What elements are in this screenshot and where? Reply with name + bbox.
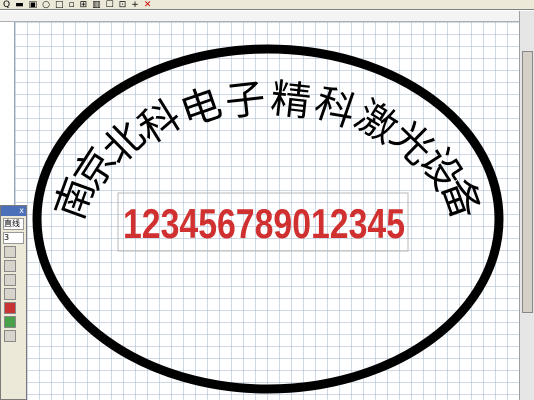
grid-icon[interactable]: ⊞ bbox=[79, 0, 89, 9]
close-icon[interactable]: ✕ bbox=[143, 0, 153, 9]
pen-tool-icon[interactable] bbox=[4, 246, 16, 258]
color-green-swatch[interactable] bbox=[4, 316, 16, 328]
design-canvas[interactable] bbox=[14, 22, 521, 400]
line-width-select[interactable]: 3 bbox=[3, 232, 24, 244]
tool-panel: x 直线 3 bbox=[0, 205, 27, 400]
rect-icon[interactable]: ▬ bbox=[14, 0, 25, 9]
text-tool-icon[interactable] bbox=[4, 288, 16, 300]
align-icon[interactable]: ⊡ bbox=[118, 0, 128, 9]
toolbar: Q ▬ ▣ ○ □ ▫ ⊞ ▥ ☐ ⊡ + ✕ bbox=[0, 0, 534, 10]
add-icon[interactable]: + bbox=[130, 0, 140, 9]
ellipse-icon[interactable]: ○ bbox=[41, 0, 51, 9]
box-icon[interactable]: ▫ bbox=[68, 0, 76, 9]
square-icon[interactable]: □ bbox=[54, 0, 65, 9]
layer-tool-icon[interactable] bbox=[4, 330, 16, 342]
shape-tool-icon[interactable] bbox=[4, 274, 16, 286]
vertical-scrollbar[interactable] bbox=[519, 11, 534, 400]
fill-tool-icon[interactable] bbox=[4, 260, 16, 272]
ruler bbox=[0, 11, 534, 22]
frame-icon[interactable]: ▣ bbox=[28, 0, 39, 9]
fill-icon[interactable]: ▥ bbox=[91, 0, 102, 9]
line-type-select[interactable]: 直线 bbox=[3, 218, 24, 230]
color-red-swatch[interactable] bbox=[4, 302, 16, 314]
scrollbar-thumb[interactable] bbox=[522, 51, 533, 313]
panel-close-button[interactable]: x bbox=[1, 206, 26, 216]
select-icon[interactable]: ☐ bbox=[105, 0, 115, 9]
zoom-icon[interactable]: Q bbox=[2, 0, 11, 9]
